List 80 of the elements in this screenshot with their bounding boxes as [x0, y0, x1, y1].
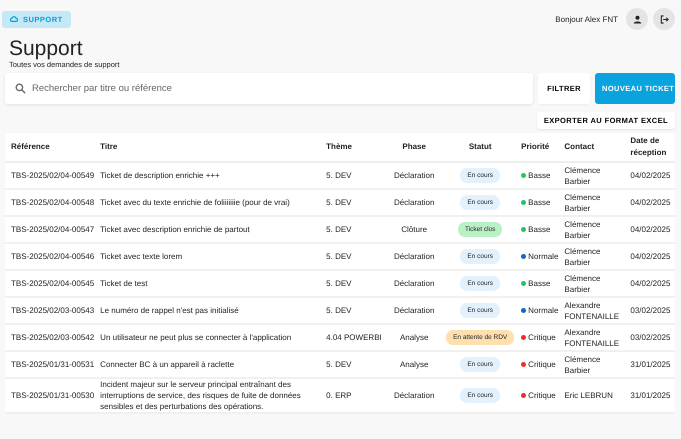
table-cell: Clémence Barbier — [561, 189, 628, 216]
table-cell: 04/02/2025 — [627, 270, 675, 297]
table-cell: Un utilisateur ne peut plus se connecter à l'application — [97, 324, 324, 351]
column-header[interactable]: Statut — [442, 133, 518, 162]
search-field[interactable]: Rechercher par titre ou référence — [5, 73, 534, 104]
table-cell: TBS-2025/02/04-00545 — [5, 270, 98, 297]
table-cell: TBS-2025/01/31-00531 — [5, 351, 98, 378]
table-cell: 03/02/2025 — [627, 324, 675, 351]
greeting-text: Bonjour Alex FNT — [555, 14, 618, 24]
table-cell: TBS-2025/02/04-00546 — [5, 243, 98, 270]
table-cell: Clôture — [386, 216, 442, 243]
table-cell: Déclaration — [386, 378, 442, 413]
column-header[interactable]: Thème — [323, 133, 386, 162]
table-cell: Alexandre FONTENAILLE — [561, 297, 628, 324]
logout-button[interactable] — [653, 8, 675, 30]
table-cell: 5. DEV — [323, 216, 386, 243]
page-title: Support — [9, 37, 84, 60]
table-cell: Clémence Barbier — [561, 351, 628, 378]
table-cell: Clémence Barbier — [561, 243, 628, 270]
table-cell: 4.04 POWERBI — [323, 324, 386, 351]
column-header[interactable]: Référence — [5, 133, 98, 162]
table-cell: 04/02/2025 — [627, 189, 675, 216]
cloud-icon — [10, 15, 18, 23]
table-cell: 04/02/2025 — [627, 216, 675, 243]
table-cell: 31/01/2025 — [627, 378, 675, 413]
priority-label: Critique — [528, 390, 556, 401]
priority-label: Critique — [528, 332, 556, 343]
table-cell: 04/02/2025 — [627, 243, 675, 270]
table-cell: 5. DEV — [323, 270, 386, 297]
table-cell: 03/02/2025 — [627, 297, 675, 324]
column-header[interactable]: Date de réception — [627, 133, 675, 162]
column-header[interactable]: Phase — [386, 133, 442, 162]
search-icon — [15, 83, 26, 94]
table-cell: 5. DEV — [323, 351, 386, 378]
table-cell: Déclaration — [386, 189, 442, 216]
table-cell: Le numéro de rappel n'est pas initialisé — [97, 297, 324, 324]
table-cell: TBS-2025/01/31-00530 — [5, 378, 98, 413]
table-cell: Connecter BC à un appareil à raclette — [97, 351, 324, 378]
priority-label: Basse — [528, 278, 550, 289]
table-cell: Ticket de test — [97, 270, 324, 297]
table-cell: TBS-2025/02/03-00542 — [5, 324, 98, 351]
table-cell: Clémence Barbier — [561, 270, 628, 297]
column-header[interactable]: Contact — [561, 133, 628, 162]
table-cell: Clémence Barbier — [561, 162, 628, 189]
table-cell: Ticket avec description enrichie de partout — [97, 216, 324, 243]
table-cell: TBS-2025/02/04-00549 — [5, 162, 98, 189]
account-button[interactable] — [626, 8, 648, 30]
priority-label: Basse — [528, 197, 550, 208]
table-cell: Alexandre FONTENAILLE — [561, 324, 628, 351]
table-cell: TBS-2025/02/03-00543 — [5, 297, 98, 324]
table-cell: Déclaration — [386, 297, 442, 324]
priority-label: Basse — [528, 170, 550, 181]
table-cell: Incident majeur sur le serveur principal entraînant des interruptions de service, des risques de fuite de données sensibles et des perturbations des opérations. — [97, 378, 324, 413]
table-cell: Clémence Barbier — [561, 216, 628, 243]
table-cell: TBS-2025/02/04-00547 — [5, 216, 98, 243]
table-cell: Analyse — [386, 351, 442, 378]
table-cell: Déclaration — [386, 243, 442, 270]
table-cell: Déclaration — [386, 270, 442, 297]
logout-icon — [660, 14, 668, 24]
priority-label: Normale — [528, 305, 558, 316]
table-cell: 5. DEV — [323, 189, 386, 216]
table-cell: 31/01/2025 — [627, 351, 675, 378]
table-cell: 04/02/2025 — [627, 162, 675, 189]
priority-label: Normale — [528, 251, 558, 262]
table-cell: 5. DEV — [323, 162, 386, 189]
priority-label: Critique — [528, 359, 556, 370]
table-cell: 5. DEV — [323, 243, 386, 270]
table-cell: TBS-2025/02/04-00548 — [5, 189, 98, 216]
table-cell: 5. DEV — [323, 297, 386, 324]
table-cell: Eric LEBRUN — [561, 378, 628, 413]
column-header[interactable]: Titre — [97, 133, 324, 162]
table-cell: Analyse — [386, 324, 442, 351]
table-cell: Ticket avec texte lorem — [97, 243, 324, 270]
priority-label: Basse — [528, 224, 550, 235]
table-cell: Ticket avec du texte enrichie de foliiiiiiie (pour de vrai) — [97, 189, 324, 216]
table-cell: 0. ERP — [323, 378, 386, 413]
person-icon — [632, 14, 642, 24]
table-cell: Déclaration — [386, 162, 442, 189]
table-cell: Ticket de description enrichie +++ — [97, 162, 324, 189]
column-header[interactable]: Priorité — [518, 133, 562, 162]
